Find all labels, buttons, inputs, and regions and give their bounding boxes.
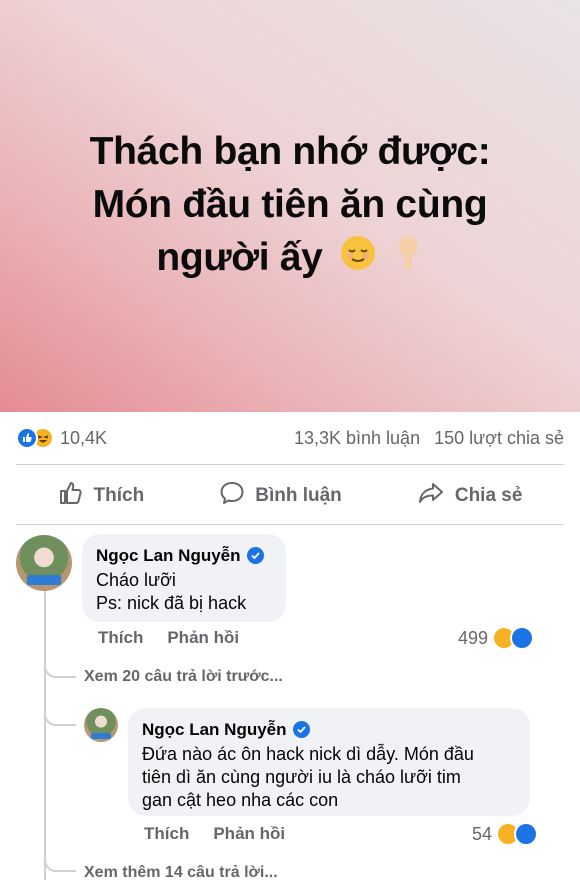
reply-actions: Thích Phản hồi [144, 824, 285, 844]
reply-reaction-summary[interactable]: 54 [472, 822, 539, 846]
comment-text-line-1: Cháo lưỡi [96, 570, 176, 590]
post-actions-bar: Thích Bình luận Chia sẻ [0, 470, 580, 522]
comment-like-button[interactable]: Thích [98, 628, 143, 648]
share-button[interactable]: Chia sẻ [417, 480, 523, 512]
relieved-face-icon [339, 233, 377, 286]
reply-connector [44, 652, 76, 678]
reply-author[interactable]: Ngọc Lan Nguyễn [142, 718, 516, 741]
verified-badge-icon [292, 721, 310, 738]
divider [16, 464, 564, 465]
comment-author[interactable]: Ngọc Lan Nguyễn [96, 544, 272, 567]
post-text-line-3-text: người ấy [156, 236, 323, 280]
reply-text-line-3: gan cật heo nha các con [142, 790, 339, 810]
reply-connector [44, 690, 76, 726]
reply-like-button[interactable]: Thích [144, 824, 189, 844]
like-label: Thích [93, 485, 145, 506]
comment-thread-line [44, 590, 46, 880]
comment-author-name: Ngọc Lan Nguyễn [96, 546, 241, 565]
share-label: Chia sẻ [454, 485, 523, 506]
post-text-line-1: Thách bạn nhớ được: [89, 130, 491, 174]
comment-reaction-summary[interactable]: 499 [458, 626, 535, 650]
reactions-summary[interactable]: 10,4K [16, 427, 107, 449]
comments-count[interactable]: 13,3K bình luận [294, 428, 420, 449]
post-text-line-2: Món đầu tiên ăn cùng [92, 183, 488, 227]
reply-author-avatar[interactable] [84, 708, 118, 742]
reply-reply-button[interactable]: Phản hồi [213, 824, 285, 844]
reply-reaction-count: 54 [472, 823, 493, 844]
view-previous-replies-link[interactable]: Xem 20 câu trả lời trước... [84, 668, 283, 686]
like-reaction-icon [16, 427, 38, 449]
pointing-down-icon [394, 233, 424, 287]
verified-badge-icon [246, 547, 264, 564]
reply-text-line-1: Đứa nào ác ôn hack nick dì dẫy. Món đầu [142, 744, 474, 764]
comment-button[interactable]: Bình luận [219, 480, 342, 512]
commenter-avatar[interactable] [16, 535, 72, 591]
comment-text-line-2: Ps: nick đã bị hack [96, 593, 247, 613]
comment-reaction-count: 499 [458, 627, 489, 648]
reply-text-line-2: tiên dì ăn cùng người iu là cháo lưỡi ti… [142, 767, 461, 787]
like-reaction-icon [510, 626, 535, 650]
reply-connector [44, 848, 76, 872]
share-arrow-icon [417, 480, 445, 512]
comment-bubble: Ngọc Lan Nguyễn Cháo lưỡi Ps: nick đã bị… [82, 534, 286, 622]
post-text: Thách bạn nhớ được: Món đầu tiên ăn cùng… [90, 125, 491, 287]
comment-reply-button[interactable]: Phản hồi [167, 628, 239, 648]
reply-bubble: Ngọc Lan Nguyễn Đứa nào ác ôn hack nick … [128, 708, 530, 816]
post-background-image[interactable]: Thách bạn nhớ được: Món đầu tiên ăn cùng… [0, 0, 580, 412]
comment-actions: Thích Phản hồi [98, 628, 239, 648]
comment-bubble-icon [219, 480, 245, 512]
reactions-count: 10,4K [60, 427, 108, 448]
reply-author-name: Ngọc Lan Nguyễn [142, 720, 287, 739]
divider [16, 524, 564, 525]
post-text-line-3: người ấy [90, 231, 491, 287]
like-button[interactable]: Thích [58, 480, 145, 512]
shares-count[interactable]: 150 lượt chia sẻ [434, 428, 564, 449]
comment-label: Bình luận [255, 485, 342, 506]
thumbs-up-icon [58, 480, 84, 512]
like-reaction-icon [514, 822, 539, 846]
post-stats-bar: 10,4K 13,3K bình luận 150 lượt chia sẻ [0, 412, 580, 464]
view-more-replies-link[interactable]: Xem thêm 14 câu trả lời... [84, 864, 278, 882]
